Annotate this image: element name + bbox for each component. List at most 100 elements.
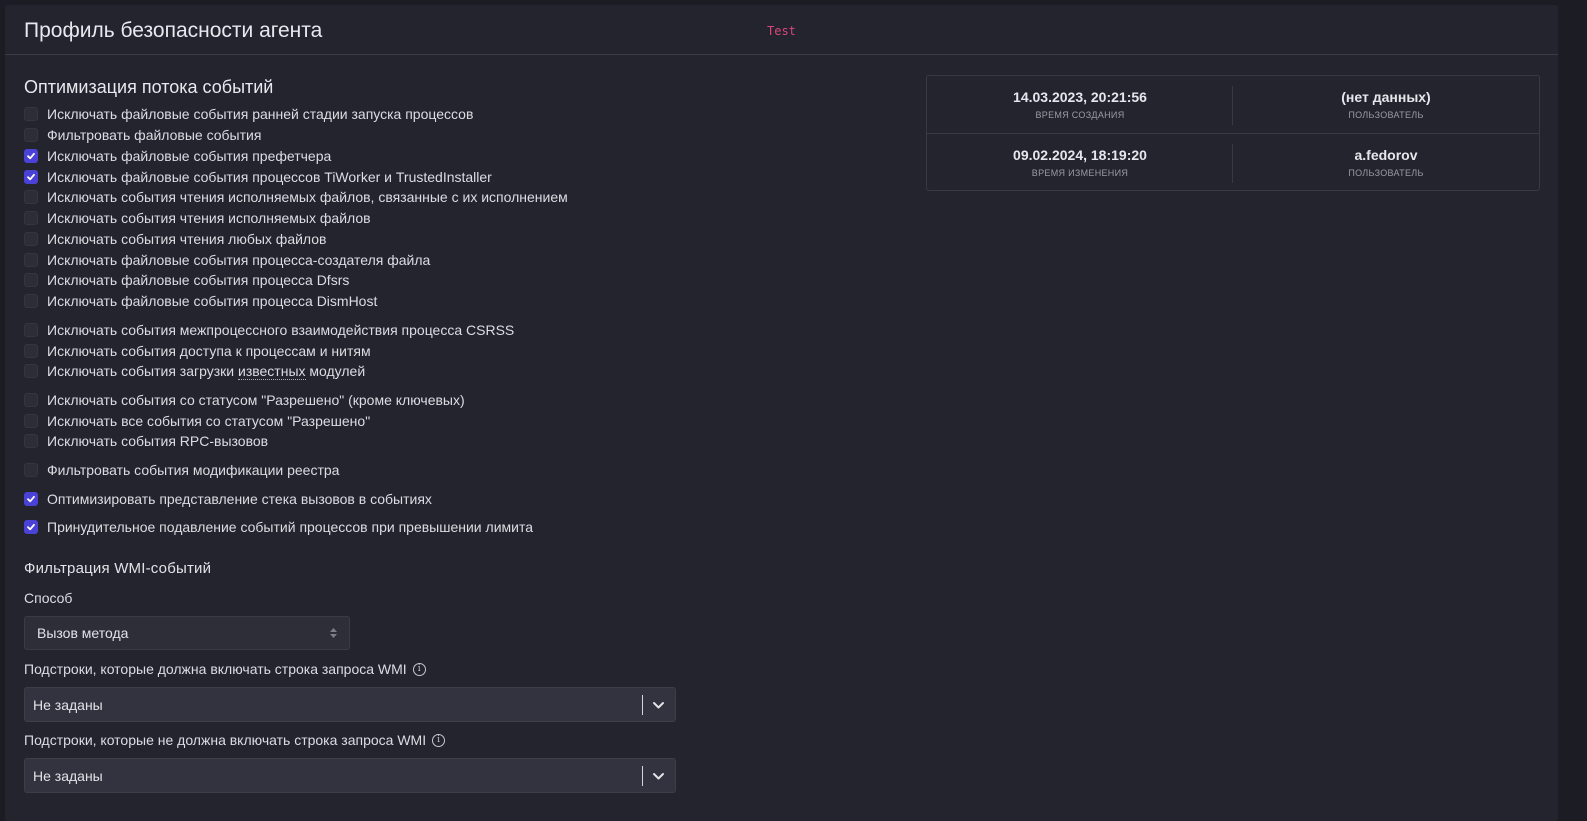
checkbox-label: Принудительное подавление событий процес… (47, 519, 533, 535)
checkbox-label: Исключать события со статусом "Разрешено… (47, 392, 465, 408)
exclude-multiselect[interactable]: Не заданы (24, 758, 676, 793)
checkbox-row[interactable]: Исключать файловые события процесса Dism… (24, 291, 377, 311)
include-label-text: Подстроки, которые должна включать строк… (24, 661, 407, 677)
created-user-label: ПОЛЬЗОВАТЕЛЬ (1348, 110, 1424, 120)
checkbox-label: Исключать события чтения исполняемых фай… (47, 210, 371, 226)
checkbox-label: Исключать файловые события префетчера (47, 148, 332, 164)
section-title: Оптимизация потока событий (24, 77, 274, 97)
checkbox-checked[interactable] (24, 492, 38, 506)
checkbox[interactable] (24, 323, 38, 337)
checkbox[interactable] (24, 463, 38, 477)
checkmark-icon (27, 173, 35, 181)
checkbox[interactable] (24, 393, 38, 407)
checkbox-label: Исключать события RPC-вызовов (47, 433, 269, 449)
checkbox-label: Исключать файловые события процесса-созд… (47, 252, 431, 268)
checkbox-label: Исключать файловые события ранней стадии… (47, 106, 474, 122)
created-user-cell: (нет данных) ПОЛЬЗОВАТЕЛЬ (1233, 76, 1539, 133)
modified-time-label: ВРЕМЯ ИЗМЕНЕНИЯ (1031, 168, 1129, 178)
checkbox[interactable] (24, 107, 38, 121)
checkbox-label: Исключать события чтения исполняемых фай… (47, 189, 568, 205)
modified-user-label: ПОЛЬЗОВАТЕЛЬ (1348, 168, 1424, 178)
checkbox-row[interactable]: Фильтровать файловые события (24, 125, 261, 145)
checkbox[interactable] (24, 128, 38, 142)
checkbox[interactable] (24, 434, 38, 448)
wmi-section-title: Фильтрация WMI-событий (24, 560, 212, 577)
checkbox-label: Оптимизировать представление стека вызов… (47, 491, 432, 507)
checkbox[interactable] (24, 253, 38, 267)
checkbox-row[interactable]: Исключать события чтения исполняемых фай… (24, 187, 568, 207)
checkbox-label: Исключать события межпроцессного взаимод… (47, 322, 515, 338)
profile-tag: Test (767, 24, 796, 38)
checkbox-label: Исключать события чтения любых файлов (47, 231, 327, 247)
checkbox[interactable] (24, 294, 38, 308)
checkbox-label: Исключать все события со статусом "Разре… (47, 413, 371, 429)
checkbox-label: Исключать файловые события процессов TiW… (47, 169, 492, 185)
page-title: Профиль безопасности агента (24, 19, 323, 42)
checkbox-row[interactable]: Принудительное подавление событий процес… (24, 517, 533, 537)
created-time-value: 14.03.2023, 20:21:56 (1013, 89, 1147, 105)
checkbox-row[interactable]: Исключать все события со статусом "Разре… (24, 411, 370, 431)
checkbox-row[interactable]: Исключать файловые события процесса-созд… (24, 250, 430, 270)
meta-row-created: 14.03.2023, 20:21:56 ВРЕМЯ СОЗДАНИЯ (нет… (927, 76, 1539, 134)
checkbox-label: Исключать события загрузки известных мод… (47, 363, 366, 380)
meta-info-card: 14.03.2023, 20:21:56 ВРЕМЯ СОЗДАНИЯ (нет… (926, 75, 1540, 191)
checkbox[interactable] (24, 232, 38, 246)
modified-user-value: a.fedorov (1354, 147, 1418, 163)
include-multiselect-value: Не заданы (33, 696, 103, 713)
checkbox-row[interactable]: Исключать файловые события процессов TiW… (24, 167, 492, 187)
checkbox[interactable] (24, 414, 38, 428)
exclude-label-text: Подстроки, которые не должна включать ст… (24, 732, 427, 748)
created-time-label: ВРЕМЯ СОЗДАНИЯ (1035, 110, 1125, 120)
checkbox[interactable] (24, 273, 38, 287)
checkbox-checked[interactable] (24, 170, 38, 184)
checkmark-icon (27, 523, 35, 531)
tooltip-term[interactable]: известных (238, 363, 306, 380)
checkbox-label: Исключать события доступа к процессам и … (47, 343, 371, 359)
checkbox-row[interactable]: Исключать события RPC-вызовов (24, 431, 268, 451)
created-time-cell: 14.03.2023, 20:21:56 ВРЕМЯ СОЗДАНИЯ (927, 76, 1233, 133)
profile-panel: Профиль безопасности агента Test Оптимиз… (5, 5, 1558, 821)
checkbox-row[interactable]: Исключать события чтения любых файлов (24, 229, 326, 249)
checkbox-row[interactable]: Исключать события межпроцессного взаимод… (24, 320, 514, 340)
checkbox-row[interactable]: Исключать события чтения исполняемых фай… (24, 208, 371, 228)
checkbox-label: Исключать файловые события процесса Dfsr… (47, 272, 350, 288)
checkbox-row[interactable]: Фильтровать события модификации реестра (24, 460, 339, 480)
checkbox[interactable] (24, 364, 38, 378)
checkmark-icon (27, 495, 35, 503)
checkbox-label: Фильтровать события модификации реестра (47, 462, 340, 478)
method-select[interactable]: Вызов метода (24, 616, 350, 650)
checkbox-row[interactable]: Исключать события со статусом "Разрешено… (24, 390, 465, 410)
checkbox[interactable] (24, 344, 38, 358)
chevron-down-icon[interactable] (652, 770, 665, 783)
checkbox-label-suffix: модулей (305, 363, 366, 379)
checkbox-label-prefix: Исключать события загрузки (47, 363, 238, 379)
method-select-value: Вызов метода (37, 625, 129, 641)
checkbox-row[interactable]: Исключать файловые события префетчера (24, 146, 331, 166)
exclude-multiselect-value: Не заданы (33, 767, 103, 784)
checkbox-row[interactable]: Оптимизировать представление стека вызов… (24, 489, 432, 509)
modified-time-cell: 09.02.2024, 18:19:20 ВРЕМЯ ИЗМЕНЕНИЯ (927, 134, 1233, 191)
checkbox-row[interactable]: Исключать события доступа к процессам и … (24, 341, 371, 361)
checkbox-label: Фильтровать файловые события (47, 127, 262, 143)
checkbox-checked[interactable] (24, 149, 38, 163)
info-icon[interactable]: i (432, 733, 446, 747)
checkbox-row[interactable]: Исключать файловые события ранней стадии… (24, 104, 473, 124)
checkmark-icon (27, 152, 35, 160)
checkbox[interactable] (24, 190, 38, 204)
checkbox-row[interactable]: Исключать события загрузки известных мод… (24, 361, 365, 381)
method-label: Способ (24, 590, 72, 606)
modified-time-value: 09.02.2024, 18:19:20 (1013, 147, 1147, 163)
panel-header: Профиль безопасности агента Test (5, 5, 1558, 55)
modified-user-cell: a.fedorov ПОЛЬЗОВАТЕЛЬ (1233, 134, 1539, 191)
checkbox-checked[interactable] (24, 520, 38, 534)
checkbox-row[interactable]: Исключать файловые события процесса Dfsr… (24, 270, 349, 290)
checkbox-label: Исключать файловые события процесса Dism… (47, 293, 378, 309)
divider (642, 766, 643, 786)
divider (642, 695, 643, 715)
info-icon[interactable]: i (412, 662, 426, 676)
include-multiselect[interactable]: Не заданы (24, 687, 676, 722)
checkbox[interactable] (24, 211, 38, 225)
sort-arrows-icon (330, 628, 337, 638)
chevron-down-icon[interactable] (652, 699, 665, 712)
exclude-label: Подстроки, которые не должна включать ст… (24, 732, 446, 748)
